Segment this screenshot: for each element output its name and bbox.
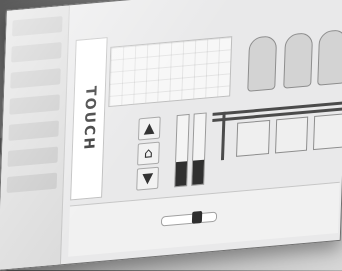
- arrow-up-icon[interactable]: ▲: [137, 116, 161, 141]
- level-bar: [191, 112, 207, 186]
- silo-icon: [317, 29, 342, 86]
- level-bar: [174, 113, 190, 188]
- sidebar-item: [9, 94, 60, 115]
- process-unit[interactable]: [236, 119, 270, 157]
- brand-panel: TOUCH: [70, 37, 108, 201]
- trend-grid: [108, 36, 233, 108]
- home-icon[interactable]: ⌂: [137, 141, 160, 166]
- process-unit[interactable]: [313, 113, 342, 151]
- sidebar: [0, 5, 70, 270]
- brand-label: TOUCH: [79, 85, 99, 153]
- control-panel: ▲ ⌂ ▼: [132, 108, 213, 193]
- slider-knob[interactable]: [191, 210, 203, 224]
- photo-scene: TOUCH ▲ ⌂ ▼: [0, 0, 342, 271]
- bottom-panel: [68, 181, 340, 257]
- process-unit[interactable]: [274, 116, 309, 154]
- arrow-down-icon[interactable]: ▼: [136, 166, 159, 191]
- sidebar-item: [8, 120, 59, 141]
- slider[interactable]: [160, 210, 218, 227]
- pipe: [220, 111, 226, 161]
- silo-icon: [247, 35, 278, 92]
- sidebar-item: [10, 68, 61, 89]
- sidebar-item: [11, 42, 62, 63]
- hmi-screen: TOUCH ▲ ⌂ ▼: [0, 0, 342, 271]
- level-indicators: [174, 112, 207, 188]
- sidebar-item: [12, 16, 63, 37]
- silo-icon: [283, 32, 314, 89]
- sidebar-item: [7, 146, 59, 167]
- sidebar-item: [6, 172, 58, 194]
